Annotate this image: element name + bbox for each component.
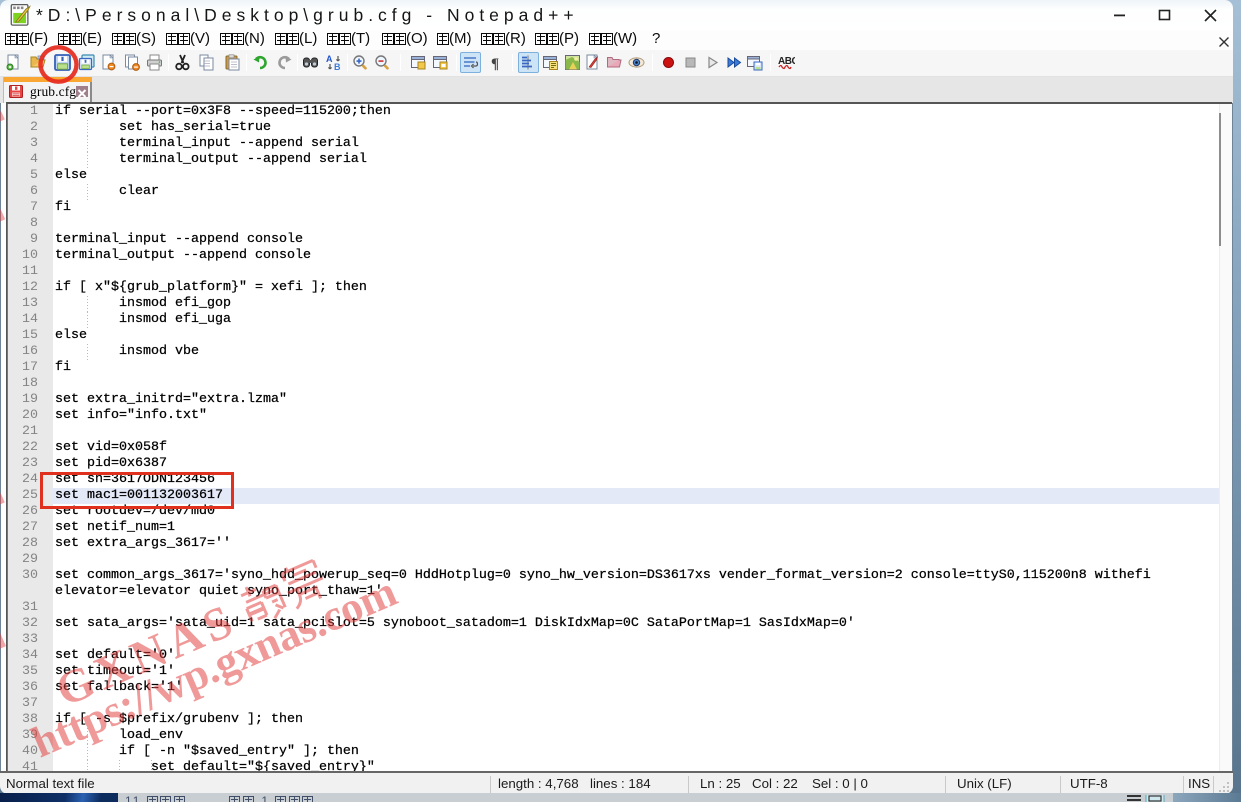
svg-text:¶: ¶ <box>491 56 499 71</box>
svg-text:B: B <box>334 62 341 71</box>
svg-text:A: A <box>326 54 333 64</box>
